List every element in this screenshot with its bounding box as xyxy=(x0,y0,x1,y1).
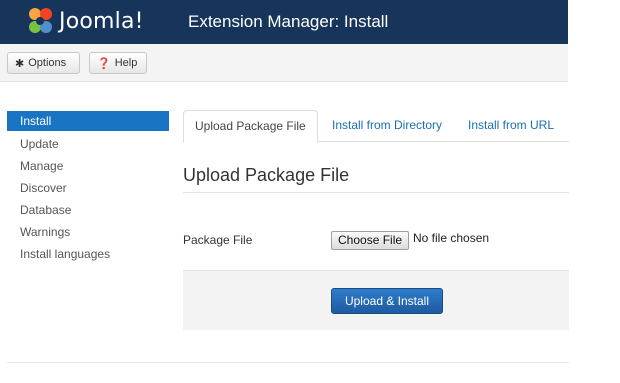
logo-text: Joomla! xyxy=(59,8,144,34)
sidebar-nav: Install Update Manage Discover Database … xyxy=(7,111,169,265)
sidebar-item-install-languages[interactable]: Install languages xyxy=(7,243,169,265)
file-status-text: No file chosen xyxy=(413,231,490,245)
sidebar-item-database[interactable]: Database xyxy=(7,199,169,221)
help-button[interactable]: ❓ Help xyxy=(89,52,147,74)
sidebar-item-discover[interactable]: Discover xyxy=(7,177,169,199)
page-title: Extension Manager: Install xyxy=(188,12,389,31)
section-divider xyxy=(183,192,569,193)
joomla-logo[interactable]: Joomla! xyxy=(25,5,144,37)
tab-install-from-url[interactable]: Install from URL xyxy=(457,110,565,142)
package-file-label: Package File xyxy=(183,233,253,247)
upload-install-button[interactable]: Upload & Install xyxy=(331,288,443,314)
install-tabs: Upload Package File Install from Directo… xyxy=(183,110,569,143)
sidebar-item-manage[interactable]: Manage xyxy=(7,155,169,177)
joomla-logo-icon xyxy=(29,8,52,33)
section-title: Upload Package File xyxy=(183,165,350,185)
sidebar-item-update[interactable]: Update xyxy=(7,133,169,155)
form-actions: Upload & Install xyxy=(183,270,569,330)
options-button[interactable]: ✱ Options xyxy=(7,52,80,74)
choose-file-button[interactable]: Choose File xyxy=(331,231,410,250)
app-header: Joomla! Extension Manager: Install xyxy=(0,0,568,44)
gear-icon: ✱ xyxy=(15,57,25,70)
options-label: Options xyxy=(28,57,67,69)
footer-divider xyxy=(7,362,569,363)
tab-upload-package-file[interactable]: Upload Package File xyxy=(183,110,318,143)
sidebar-item-install[interactable]: Install xyxy=(7,111,169,131)
tab-install-from-directory[interactable]: Install from Directory xyxy=(321,110,453,142)
help-circle-icon: ❓ xyxy=(97,57,111,70)
help-label: Help xyxy=(114,57,138,69)
sidebar-item-warnings[interactable]: Warnings xyxy=(7,221,169,243)
toolbar: ✱ Options ❓ Help xyxy=(0,44,568,82)
